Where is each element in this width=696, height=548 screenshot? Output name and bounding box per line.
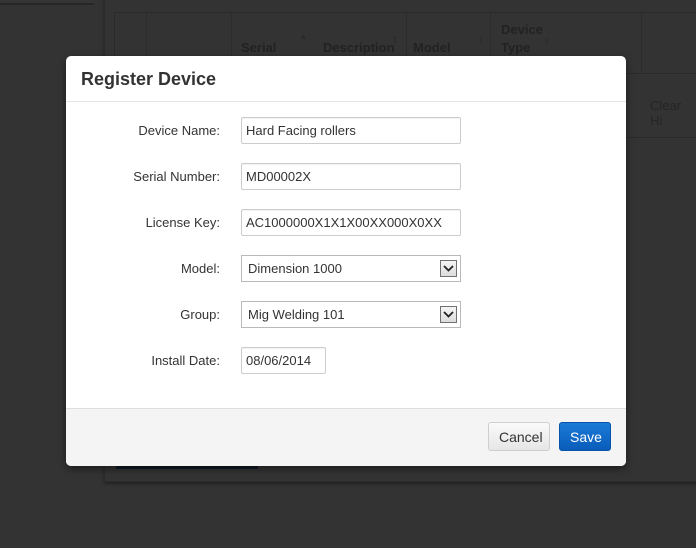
license-key-input[interactable] bbox=[241, 209, 461, 236]
modal-title: Register Device bbox=[81, 69, 217, 89]
background-panel-left bbox=[0, 0, 94, 5]
sort-icon: ⇕ bbox=[543, 37, 551, 47]
register-device-dialog: Register Device Device Name: Serial Numb… bbox=[66, 56, 626, 466]
save-button[interactable]: Save bbox=[559, 422, 611, 451]
install-date-label: Install Date: bbox=[151, 353, 220, 368]
column-header-description[interactable]: Description bbox=[323, 39, 395, 57]
sort-icon: ▲ bbox=[299, 31, 308, 41]
group-select[interactable]: Mig Welding 101 bbox=[241, 301, 461, 328]
device-name-row: Device Name: bbox=[66, 117, 626, 145]
license-key-row: License Key: bbox=[66, 209, 626, 237]
serial-number-label: Serial Number: bbox=[133, 169, 220, 184]
clear-history-link[interactable]: Clear Hi bbox=[650, 98, 696, 128]
column-header-model[interactable]: Model bbox=[413, 39, 451, 57]
install-date-input[interactable] bbox=[241, 347, 326, 374]
license-key-label: License Key: bbox=[145, 215, 220, 230]
modal-footer: Cancel Save bbox=[66, 408, 626, 466]
sort-icon: ⇕ bbox=[391, 35, 399, 45]
device-name-label: Device Name: bbox=[138, 123, 220, 138]
cancel-button[interactable]: Cancel bbox=[488, 422, 550, 451]
group-selected-value: Mig Welding 101 bbox=[248, 307, 345, 322]
modal-header: Register Device bbox=[66, 56, 626, 102]
install-date-row: Install Date: bbox=[66, 347, 626, 375]
chevron-down-icon[interactable] bbox=[440, 306, 457, 323]
column-divider bbox=[641, 13, 642, 73]
modal-body: Device Name: Serial Number: License Key:… bbox=[66, 102, 626, 408]
chevron-down-icon[interactable] bbox=[440, 260, 457, 277]
device-name-input[interactable] bbox=[241, 117, 461, 144]
column-header-serial[interactable]: Serial bbox=[241, 39, 276, 57]
sort-icon: ⇕ bbox=[477, 35, 485, 45]
group-row: Group: Mig Welding 101 bbox=[66, 301, 626, 329]
model-row: Model: Dimension 1000 bbox=[66, 255, 626, 283]
group-label: Group: bbox=[180, 307, 220, 322]
model-select[interactable]: Dimension 1000 bbox=[241, 255, 461, 282]
serial-number-row: Serial Number: bbox=[66, 163, 626, 191]
model-selected-value: Dimension 1000 bbox=[248, 261, 342, 276]
serial-number-input[interactable] bbox=[241, 163, 461, 190]
model-label: Model: bbox=[180, 261, 220, 276]
